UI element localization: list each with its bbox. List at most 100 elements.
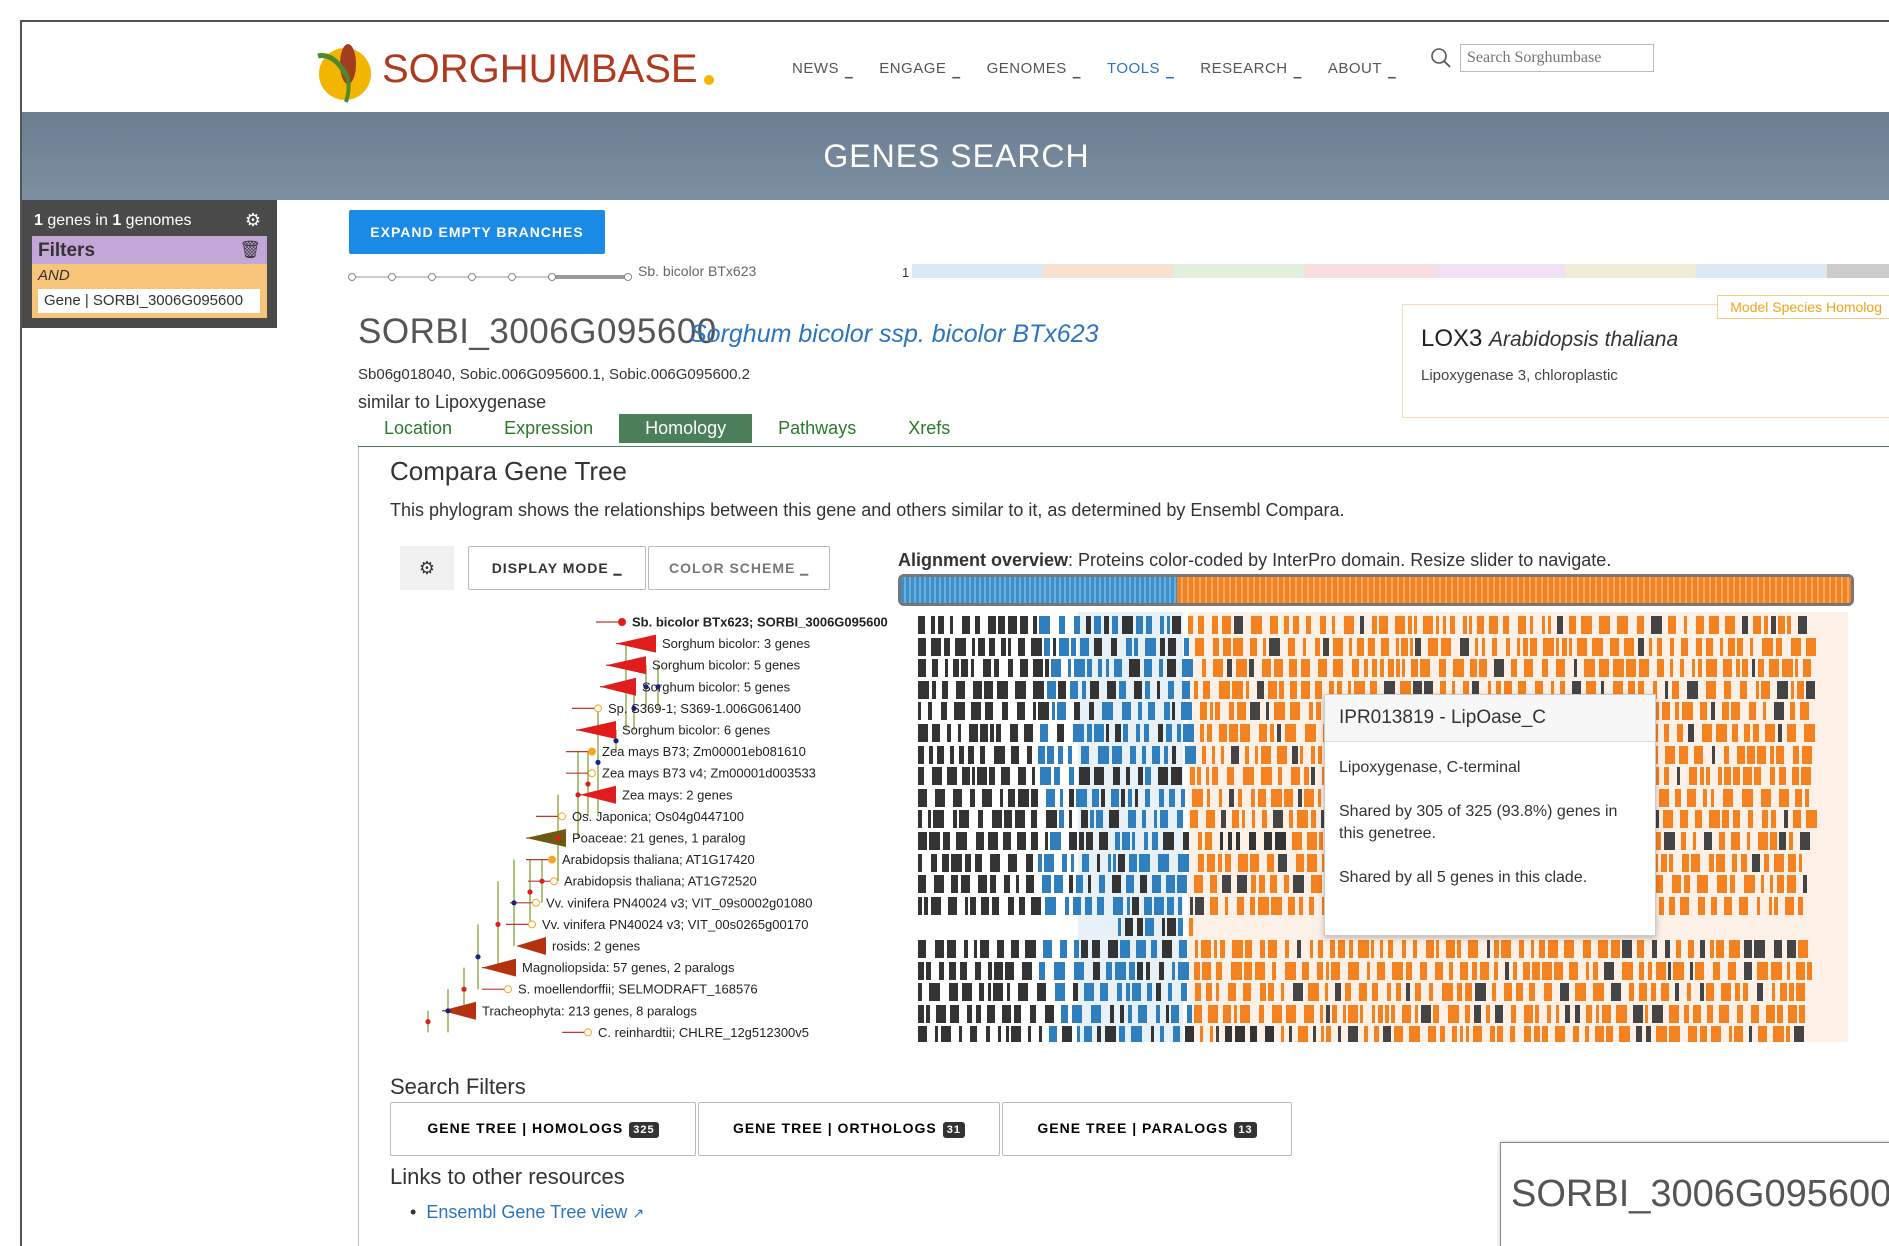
- collapsed-clade-icon[interactable]: [600, 677, 636, 696]
- collapsed-clade-icon[interactable]: [516, 937, 546, 955]
- tab-homology[interactable]: Homology: [619, 414, 753, 443]
- filter-sidebar: 1 genes in 1 genomes ⚙ Filters 🗑 AND Gen…: [22, 200, 277, 328]
- msa-row[interactable]: [898, 983, 1848, 1002]
- filter-paralogs-button[interactable]: GENE TREE | PARALOGS 13: [1002, 1102, 1292, 1156]
- caret-down-icon: ▁: [952, 68, 961, 79]
- tree-leaf-label[interactable]: Zea mays B73 v4; Zm00001d003533: [602, 766, 816, 781]
- search-input[interactable]: [1460, 44, 1654, 72]
- internal-node[interactable]: [445, 1008, 451, 1014]
- internal-node[interactable]: [461, 986, 467, 992]
- leaf-node[interactable]: [550, 877, 558, 886]
- msa-row[interactable]: [898, 940, 1848, 958]
- leaf-node[interactable]: [504, 985, 512, 994]
- tree-leaf-label[interactable]: Arabidopsis thaliana; AT1G17420: [562, 852, 755, 867]
- count-badge: 13: [1234, 1122, 1257, 1138]
- gene-popup-card[interactable]: SORBI_3006G095600: [1500, 1142, 1889, 1246]
- alignment-overview-slider[interactable]: [898, 574, 1854, 606]
- model-species-homolog-card[interactable]: Model Species Homolog LOX3 Arabidopsis t…: [1402, 295, 1889, 418]
- tree-leaf-label[interactable]: C. reinhardtii; CHLRE_12g512300v5: [598, 1025, 809, 1040]
- tree-settings-button[interactable]: ⚙: [400, 546, 454, 590]
- tree-leaf-label[interactable]: Os. Japonica; Os04g0447100: [572, 809, 744, 824]
- internal-node[interactable]: [495, 921, 501, 927]
- tree-leaf-label[interactable]: Magnoliopsida: 57 genes, 2 paralogs: [522, 960, 735, 975]
- tab-xrefs[interactable]: Xrefs: [882, 414, 976, 443]
- domain-tooltip: IPR013819 - LipOase_C Lipoxygenase, C-te…: [1324, 694, 1656, 936]
- tree-leaf-label[interactable]: Sp. S369-1; S369-1.006G061400: [608, 701, 801, 716]
- internal-node[interactable]: [623, 684, 629, 690]
- internal-node[interactable]: [655, 684, 661, 690]
- gene-tree[interactable]: Sb. bicolor BTx623; SORBI_3006G095600 Sor…: [412, 612, 912, 1042]
- msa-row[interactable]: [898, 659, 1848, 678]
- trash-icon[interactable]: 🗑: [239, 240, 261, 260]
- internal-node[interactable]: [631, 705, 637, 711]
- filter-gene-chip[interactable]: Gene | SORBI_3006G095600: [38, 289, 260, 313]
- leaf-node[interactable]: [584, 1028, 592, 1037]
- tree-leaf-label[interactable]: Sorghum bicolor: 3 genes: [662, 636, 811, 651]
- internal-node[interactable]: [613, 738, 619, 744]
- tab-location[interactable]: Location: [358, 414, 478, 443]
- filter-and-operator[interactable]: AND: [32, 264, 267, 286]
- tree-leaf-label[interactable]: Sorghum bicolor: 5 genes: [652, 658, 801, 673]
- internal-node[interactable]: [539, 878, 545, 884]
- msa-row[interactable]: [898, 961, 1848, 980]
- tree-leaf-label[interactable]: Arabidopsis thaliana; AT1G72520: [564, 874, 757, 889]
- filter-orthologs-button[interactable]: GENE TREE | ORTHOLOGS 31: [698, 1102, 1000, 1156]
- tree-leaf-label[interactable]: Sb. bicolor BTx623; SORBI_3006G095600: [632, 615, 888, 630]
- tree-leaf-label[interactable]: Tracheophyta: 213 genes, 8 paralogs: [482, 1003, 697, 1018]
- search-icon[interactable]: [1430, 47, 1452, 69]
- leaf-node[interactable]: [528, 920, 536, 929]
- leaf-node[interactable]: [548, 855, 556, 864]
- site-logo[interactable]: SORGHUMBASE: [312, 34, 714, 104]
- caret-down-icon: ▁: [800, 565, 809, 576]
- internal-node[interactable]: [555, 835, 561, 841]
- color-scheme-dropdown[interactable]: COLOR SCHEME ▁: [648, 546, 830, 590]
- nav-genomes[interactable]: GENOMES ▁: [987, 60, 1081, 79]
- msa-row[interactable]: [898, 616, 1848, 634]
- internal-node[interactable]: [475, 954, 481, 960]
- internal-node[interactable]: [595, 759, 601, 765]
- nav-tools[interactable]: TOOLS ▁: [1107, 60, 1174, 79]
- nav-research[interactable]: RESEARCH ▁: [1200, 60, 1302, 79]
- tree-leaf-label[interactable]: Zea mays: 2 genes: [622, 787, 733, 802]
- gear-icon[interactable]: ⚙: [245, 210, 261, 231]
- internal-node[interactable]: [425, 1019, 431, 1025]
- collapsed-clade-icon[interactable]: [576, 721, 616, 739]
- tree-leaf-label[interactable]: Sorghum bicolor: 6 genes: [622, 723, 771, 738]
- nav-about[interactable]: ABOUT ▁: [1328, 60, 1396, 79]
- gear-icon: ⚙: [418, 557, 436, 578]
- collapsed-clade-icon[interactable]: [482, 958, 516, 977]
- msa-row[interactable]: [898, 1004, 1848, 1023]
- ensembl-gene-tree-link[interactable]: • Ensembl Gene Tree view ↗: [410, 1202, 644, 1223]
- tree-leaf-label[interactable]: Poaceae: 21 genes, 1 paralog: [572, 831, 745, 846]
- tree-leaf-label[interactable]: Vv. vinifera PN40024 v3; VIT_09s0002g010…: [546, 895, 812, 910]
- msa-row[interactable]: [898, 1026, 1848, 1042]
- leaf-node[interactable]: [588, 769, 596, 778]
- leaf-node[interactable]: [594, 704, 602, 713]
- internal-node[interactable]: [585, 781, 591, 787]
- internal-node[interactable]: [527, 889, 533, 895]
- leaf-node[interactable]: [588, 747, 596, 756]
- msa-row[interactable]: [898, 637, 1848, 656]
- display-mode-dropdown[interactable]: DISPLAY MODE ▁: [468, 546, 646, 590]
- internal-node[interactable]: [643, 684, 649, 690]
- leaf-node[interactable]: [558, 812, 566, 821]
- expand-empty-branches-button[interactable]: EXPAND EMPTY BRANCHES: [349, 210, 605, 254]
- tab-expression[interactable]: Expression: [478, 414, 619, 443]
- tree-leaf-label[interactable]: S. moellendorffii; SELMODRAFT_168576: [518, 982, 758, 997]
- leaf-node[interactable]: [532, 898, 540, 907]
- tree-leaf-label[interactable]: Vv. vinifera PN40024 v3; VIT_00s0265g001…: [542, 917, 808, 932]
- tab-pathways[interactable]: Pathways: [752, 414, 882, 443]
- leaf-node[interactable]: [618, 618, 626, 626]
- nav-engage[interactable]: ENGAGE ▁: [879, 60, 960, 79]
- internal-node[interactable]: [511, 900, 517, 906]
- collapsed-clade-icon[interactable]: [616, 634, 656, 653]
- tree-leaf-label[interactable]: rosids: 2 genes: [552, 939, 641, 954]
- tree-leaf-label[interactable]: Sorghum bicolor: 5 genes: [642, 679, 791, 694]
- genome-location-strip[interactable]: [912, 264, 1889, 278]
- gene-species-link[interactable]: Sorghum bicolor ssp. bicolor BTx623: [690, 320, 1099, 349]
- tree-leaf-label[interactable]: Zea mays B73; Zm00001eb081610: [602, 744, 806, 759]
- filter-homologs-button[interactable]: GENE TREE | HOMOLOGS 325: [390, 1102, 696, 1156]
- nav-news[interactable]: NEWS ▁: [792, 60, 853, 79]
- internal-node[interactable]: [575, 792, 581, 798]
- homolog-badge: Model Species Homolog: [1717, 295, 1889, 319]
